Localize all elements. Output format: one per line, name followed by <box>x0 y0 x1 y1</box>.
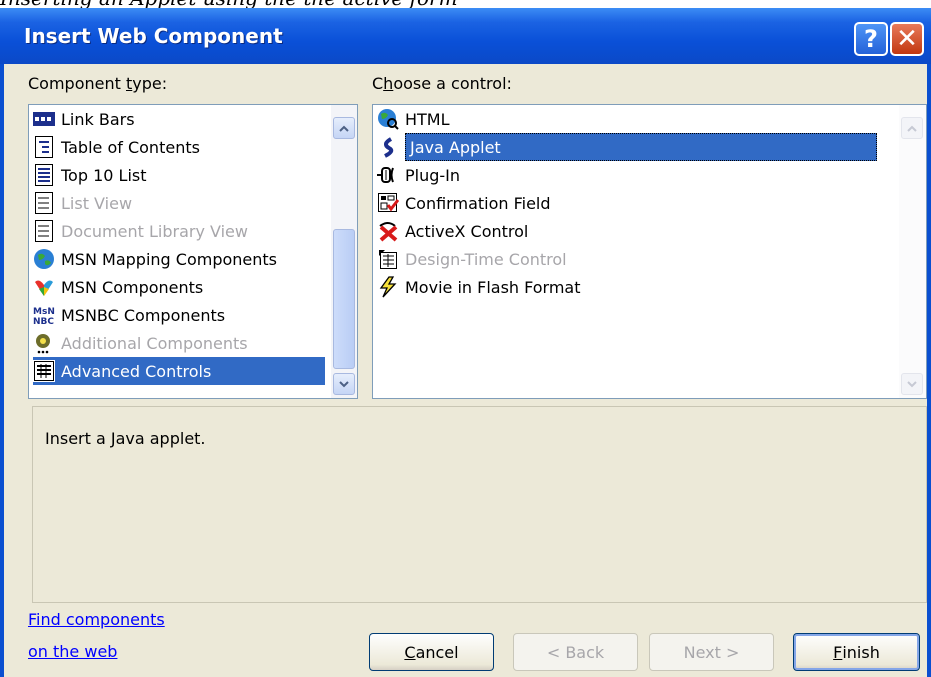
component-type-label: Component type: <box>28 74 168 93</box>
list-item-additional-components[interactable]: Additional Components <box>33 329 248 357</box>
list-view-icon <box>33 192 55 214</box>
insert-web-component-dialog: Insert Web Component ? ✕ Component type:… <box>0 8 931 677</box>
list-item-confirmation-field[interactable]: Confirmation Field <box>377 189 551 217</box>
close-button[interactable]: ✕ <box>890 22 924 56</box>
component-type-scrollbar[interactable] <box>331 105 357 398</box>
svg-text:MsN: MsN <box>33 307 55 317</box>
list-item-table-of-contents[interactable]: Table of Contents <box>33 133 200 161</box>
help-button[interactable]: ? <box>854 22 888 56</box>
chevron-down-icon <box>339 380 349 387</box>
confirmation-field-icon <box>377 192 399 214</box>
title-bar[interactable]: Insert Web Component ? ✕ <box>0 8 931 64</box>
list-item-design-time-control[interactable]: Design-Time Control <box>377 245 567 273</box>
svg-text:NBC: NBC <box>33 317 54 326</box>
chevron-down-icon <box>907 380 917 387</box>
chevron-up-icon <box>339 125 349 132</box>
list-item-msn-mapping[interactable]: MSN Mapping Components <box>33 245 277 273</box>
description-text: Insert a Java applet. <box>45 429 206 448</box>
java-applet-icon <box>377 136 399 158</box>
html-globe-icon <box>377 108 399 130</box>
list-item-flash-movie[interactable]: Movie in Flash Format <box>377 273 581 301</box>
description-panel: Insert a Java applet. <box>32 406 927 603</box>
flash-movie-icon <box>377 276 399 298</box>
msn-butterfly-icon <box>33 276 55 298</box>
list-item-html[interactable]: HTML <box>377 105 450 133</box>
find-components-link[interactable]: Find components <box>28 610 165 629</box>
list-item-link-bars[interactable]: Link Bars <box>33 105 135 133</box>
list-item-msnbc-components[interactable]: MsN NBC MSNBC Components <box>33 301 225 329</box>
scroll-up-button[interactable] <box>333 117 355 139</box>
list-item-advanced-controls[interactable]: Advanced Controls <box>33 357 325 385</box>
scroll-down-button[interactable] <box>901 373 923 395</box>
list-item-top-10-list[interactable]: Top 10 List <box>33 161 147 189</box>
page-caption: Inserting an Applet using the the active… <box>0 0 931 8</box>
plug-in-icon <box>377 164 399 186</box>
activex-icon <box>377 220 399 242</box>
scroll-thumb[interactable] <box>333 229 355 369</box>
choose-control-scrollbar[interactable] <box>899 105 926 398</box>
help-icon: ? <box>864 25 878 53</box>
find-components-link-line2[interactable]: on the web <box>28 642 117 661</box>
advanced-controls-icon <box>33 360 55 382</box>
list-item-activex-control[interactable]: ActiveX Control <box>377 217 528 245</box>
table-of-contents-icon <box>33 136 55 158</box>
msnbc-icon: MsN NBC <box>33 304 55 326</box>
document-library-icon <box>33 220 55 242</box>
next-button[interactable]: Next > <box>649 633 774 671</box>
cancel-button[interactable]: Cancel <box>369 633 494 671</box>
list-item-plug-in[interactable]: Plug-In <box>377 161 460 189</box>
finish-button[interactable]: Finish <box>793 633 920 671</box>
dialog-title: Insert Web Component <box>24 24 283 48</box>
link-bars-icon <box>33 108 55 130</box>
choose-control-list[interactable]: HTML Java Applet Plug-In Confirmation Fi… <box>372 104 927 399</box>
chevron-up-icon <box>907 125 917 132</box>
globe-icon <box>33 248 55 270</box>
scroll-down-button[interactable] <box>333 373 355 395</box>
list-item-list-view[interactable]: List View <box>33 189 132 217</box>
list-item-document-library-view[interactable]: Document Library View <box>33 217 248 245</box>
gear-icon <box>33 332 55 354</box>
scroll-up-button[interactable] <box>901 117 923 139</box>
design-time-icon <box>377 248 399 270</box>
top-10-list-icon <box>33 164 55 186</box>
back-button[interactable]: < Back <box>513 633 638 671</box>
list-item-java-applet[interactable]: Java Applet <box>377 133 877 161</box>
component-type-list[interactable]: Link Bars Table of Contents Top 10 List … <box>28 104 358 399</box>
close-icon: ✕ <box>896 24 918 54</box>
list-item-msn-components[interactable]: MSN Components <box>33 273 203 301</box>
choose-control-label: Choose a control: <box>372 74 512 93</box>
